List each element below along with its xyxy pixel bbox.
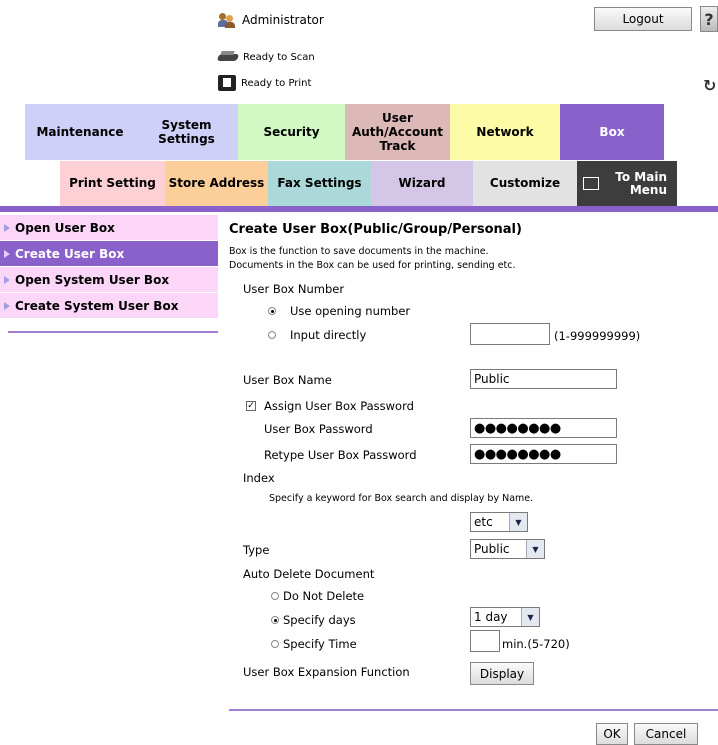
- menu-icon: [583, 177, 599, 190]
- chevron-down-icon: ▼: [521, 608, 539, 626]
- type-label: Type: [243, 543, 270, 557]
- sidebar-item-create-system-user-box[interactable]: Create System User Box: [0, 293, 218, 319]
- help-icon[interactable]: ?: [700, 6, 718, 32]
- form-divider: [229, 709, 718, 711]
- specify-time-radio[interactable]: [271, 640, 279, 648]
- description-line-2: Documents in the Box can be used for pri…: [229, 260, 516, 271]
- chevron-down-icon: ▼: [509, 513, 527, 531]
- sub-tab-bar: Print Setting Store Address Fax Settings…: [0, 161, 718, 206]
- use-opening-number-radio[interactable]: [268, 307, 276, 315]
- expansion-label: User Box Expansion Function: [243, 665, 410, 679]
- tab-maintenance[interactable]: Maintenance: [25, 104, 135, 160]
- display-button[interactable]: Display: [470, 662, 534, 685]
- tab-system-settings[interactable]: System Settings: [135, 104, 238, 160]
- days-select[interactable]: 1 day ▼: [470, 607, 540, 627]
- refresh-icon[interactable]: ↻: [703, 78, 718, 94]
- box-name-input[interactable]: Public: [470, 369, 617, 389]
- password-label: User Box Password: [264, 422, 373, 436]
- box-name-label: User Box Name: [243, 373, 332, 387]
- main-tab-bar: Maintenance System Settings Security Use…: [0, 104, 718, 160]
- box-number-range: (1-999999999): [554, 329, 641, 343]
- sidebar: Open User Box Create User Box Open Syste…: [0, 215, 218, 319]
- sidebar-item-open-system-user-box[interactable]: Open System User Box: [0, 267, 218, 293]
- print-status-text: Ready to Print: [241, 77, 312, 89]
- input-directly-option[interactable]: Input directly: [268, 328, 366, 342]
- do-not-delete-option[interactable]: Do Not Delete: [271, 589, 364, 603]
- index-label: Index: [243, 471, 275, 485]
- password-input[interactable]: ●●●●●●●●: [470, 418, 617, 438]
- description-line-1: Box is the function to save documents in…: [229, 246, 489, 257]
- time-input[interactable]: [470, 630, 500, 652]
- tab-wizard[interactable]: Wizard: [371, 161, 473, 206]
- sidebar-divider: [8, 331, 218, 333]
- tab-user-auth-account-track[interactable]: User Auth/Account Track: [345, 104, 450, 160]
- tab-customize[interactable]: Customize: [473, 161, 577, 206]
- page-title: Create User Box(Public/Group/Personal): [229, 222, 522, 237]
- time-range: min.(5-720): [502, 637, 570, 651]
- cancel-button[interactable]: Cancel: [634, 723, 698, 745]
- to-main-menu-button[interactable]: To Main Menu: [577, 161, 677, 206]
- scan-status: Ready to Scan: [218, 51, 315, 63]
- retype-password-input[interactable]: ●●●●●●●●: [470, 444, 617, 464]
- logout-button[interactable]: Logout: [594, 7, 692, 31]
- arrow-right-icon: [4, 223, 10, 232]
- specify-time-option[interactable]: Specify Time: [271, 637, 357, 651]
- scanner-icon: [218, 51, 238, 63]
- arrow-right-icon: [4, 275, 10, 284]
- index-hint: Specify a keyword for Box search and dis…: [269, 493, 534, 504]
- tab-fax-settings[interactable]: Fax Settings: [268, 161, 371, 206]
- input-directly-radio[interactable]: [268, 331, 276, 339]
- sidebar-item-create-user-box[interactable]: Create User Box: [0, 241, 218, 267]
- printer-icon: [218, 75, 236, 91]
- type-select[interactable]: Public ▼: [470, 539, 545, 559]
- tab-print-setting[interactable]: Print Setting: [60, 161, 165, 206]
- users-icon: [218, 12, 236, 28]
- retype-password-label: Retype User Box Password: [264, 448, 417, 462]
- tab-divider: [0, 206, 718, 212]
- do-not-delete-radio[interactable]: [271, 592, 279, 600]
- tab-store-address[interactable]: Store Address: [165, 161, 268, 206]
- arrow-right-icon: [4, 249, 10, 258]
- ok-button[interactable]: OK: [596, 723, 628, 745]
- auto-delete-label: Auto Delete Document: [243, 567, 375, 581]
- box-number-input[interactable]: [470, 323, 550, 345]
- specify-days-radio[interactable]: [271, 616, 279, 624]
- scan-status-text: Ready to Scan: [243, 51, 315, 63]
- arrow-right-icon: [4, 301, 10, 310]
- use-opening-number-option[interactable]: Use opening number: [268, 304, 410, 318]
- tab-box[interactable]: Box: [560, 104, 664, 160]
- assign-password-checkbox[interactable]: ✓: [246, 401, 256, 411]
- tab-security[interactable]: Security: [238, 104, 345, 160]
- index-select[interactable]: etc ▼: [470, 512, 528, 532]
- chevron-down-icon: ▼: [526, 540, 544, 558]
- user-indicator: Administrator: [218, 12, 324, 28]
- tab-network[interactable]: Network: [450, 104, 560, 160]
- to-main-menu-label: To Main Menu: [615, 169, 667, 197]
- sidebar-item-open-user-box[interactable]: Open User Box: [0, 215, 218, 241]
- specify-days-option[interactable]: Specify days: [271, 613, 356, 627]
- print-status: Ready to Print: [218, 75, 311, 91]
- assign-password-option[interactable]: ✓ Assign User Box Password: [246, 399, 414, 413]
- box-number-label: User Box Number: [243, 282, 345, 296]
- user-name: Administrator: [242, 13, 324, 27]
